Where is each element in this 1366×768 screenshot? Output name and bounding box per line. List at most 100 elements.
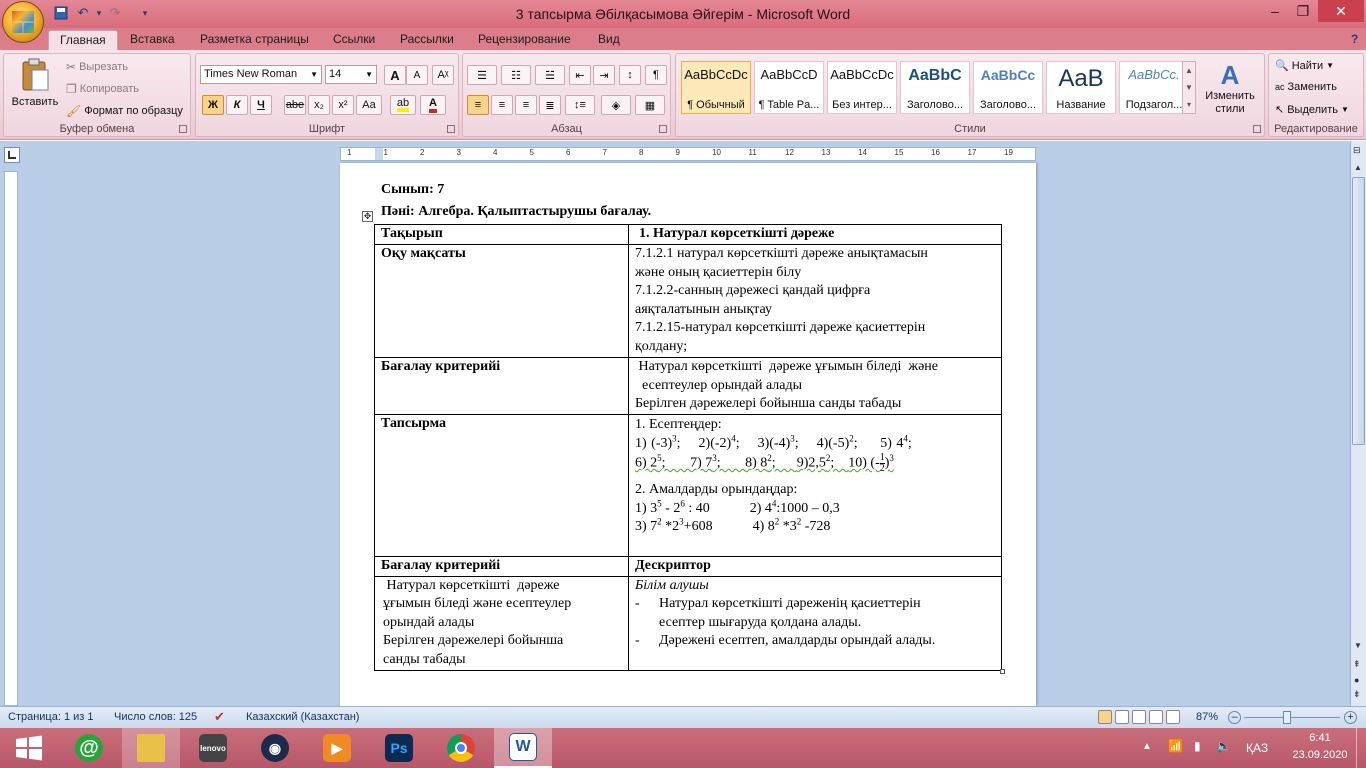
shrink-font-button[interactable]: A (406, 65, 428, 85)
media-player-icon[interactable]: ◉ (246, 728, 304, 768)
table-cell[interactable]: Натурал көрсеткішті дәреже ұғымын біледі… (628, 357, 1002, 415)
close-button[interactable]: ✕ (1318, 0, 1364, 22)
cut-button[interactable]: ✂ Вырезать (66, 60, 128, 74)
style-subtitle[interactable]: AaBbCc. Подзагол... (1119, 61, 1189, 114)
more-icon[interactable]: ▾ (1187, 100, 1191, 109)
style-heading-1[interactable]: AaBbC Заголово... (900, 61, 970, 114)
next-page-icon[interactable]: ⇟ (1353, 689, 1361, 700)
subscript-button[interactable]: x₂ (308, 95, 330, 115)
clipboard-launcher-icon[interactable] (179, 125, 187, 133)
table-cell[interactable]: Тақырып (374, 224, 629, 245)
zoom-in-icon[interactable]: + (1344, 711, 1357, 724)
page-count[interactable]: Страница: 1 из 1 (8, 711, 94, 723)
print-layout-icon[interactable] (1098, 710, 1112, 724)
ruler-toggle-icon[interactable]: ⊟ (1353, 145, 1361, 156)
office-button[interactable] (2, 1, 44, 43)
indent-marker-icon[interactable] (375, 148, 383, 160)
numbering-icon[interactable]: ☷ (501, 65, 531, 85)
restore-button[interactable]: ❐ (1290, 0, 1316, 22)
table-resize-handle-icon[interactable] (1000, 669, 1005, 674)
highlight-icon[interactable]: ab (390, 95, 416, 115)
styles-launcher-icon[interactable] (1253, 125, 1261, 133)
table-cell[interactable]: Білім алушы - Натурал көрсеткішті дәрежен… (628, 575, 1002, 671)
find-button[interactable]: 🔍 Найти ▼ (1275, 59, 1334, 73)
mail-app-icon[interactable]: @ (60, 728, 118, 768)
style-table-paragraph[interactable]: AaBbCcD ¶ Table Pa... (754, 61, 824, 114)
copy-button[interactable]: ❐ Копировать (66, 82, 139, 96)
paste-button[interactable]: Вставить (10, 58, 60, 118)
word-taskbar-icon[interactable]: W (494, 728, 552, 768)
volume-icon[interactable]: 🔈 (1216, 739, 1231, 753)
show-hidden-icons-icon[interactable]: ▲ (1142, 741, 1152, 752)
tab-mailings[interactable]: Рассылки (398, 28, 456, 50)
tab-insert[interactable]: Вставка (128, 28, 177, 50)
font-color-icon[interactable]: A (420, 95, 446, 115)
format-painter-button[interactable]: 🖌 Формат по образцу (66, 104, 183, 118)
table-cell[interactable]: Тапсырма (374, 414, 629, 557)
show-marks-icon[interactable]: ¶ (645, 65, 667, 85)
style-normal[interactable]: AaBbCcDc ¶ Обычный (681, 61, 751, 114)
tab-page-layout[interactable]: Разметка страницы (198, 28, 311, 50)
table-cell[interactable]: Дескриптор (628, 556, 1002, 577)
justify-icon[interactable]: ≣ (539, 95, 561, 115)
font-name-combo[interactable]: Times New Roman ▼ (200, 65, 322, 84)
table-cell[interactable]: Натурал көрсеткішті дәреже ұғымын біледі… (374, 575, 629, 671)
zoom-slider-thumb[interactable] (1283, 711, 1291, 724)
proofing-icon[interactable]: ✔ (214, 709, 225, 725)
start-button[interactable] (0, 728, 58, 768)
decrease-indent-icon[interactable]: ⇤ (569, 65, 591, 85)
bullets-icon[interactable]: ☰ (467, 65, 497, 85)
grow-font-button[interactable]: A (384, 65, 406, 85)
chevron-up-icon[interactable]: ▲ (1185, 66, 1193, 75)
horizontal-ruler[interactable]: 1 1 2 3 4 5 6 7 8 9 10 11 12 13 14 15 16 17 19 (340, 147, 1036, 161)
table-cell[interactable]: 7.1.2.1 натурал көрсеткішті дәреже анықт… (628, 244, 1002, 358)
reading-layout-icon[interactable] (1115, 710, 1129, 724)
table-cell[interactable]: Бағалау критерийі (374, 556, 629, 577)
align-left-icon[interactable]: ≡ (467, 95, 489, 115)
change-case-button[interactable]: Aa (356, 95, 382, 115)
replace-button[interactable]: ac Заменить (1275, 81, 1337, 93)
zoom-level[interactable]: 87% (1196, 711, 1218, 723)
input-language[interactable]: ҚАЗ (1246, 741, 1268, 755)
chevron-up-icon[interactable]: ▲ (1354, 163, 1362, 172)
style-heading-2[interactable]: AaBbCc Заголово... (973, 61, 1043, 114)
shading-icon[interactable]: ◈ (601, 95, 631, 115)
zoom-out-icon[interactable]: – (1228, 711, 1241, 724)
redo-icon[interactable]: ↷ (106, 4, 124, 22)
draft-icon[interactable] (1166, 710, 1180, 724)
font-launcher-icon[interactable] (447, 125, 455, 133)
underline-button[interactable]: Ч (250, 95, 272, 115)
tab-references[interactable]: Ссылки (331, 28, 377, 50)
tab-home[interactable]: Главная (48, 30, 118, 51)
previous-page-icon[interactable]: ⇞ (1353, 659, 1361, 670)
italic-button[interactable]: К (226, 95, 248, 115)
chevron-down-icon[interactable]: ▼ (1354, 641, 1362, 650)
web-layout-icon[interactable] (1132, 710, 1146, 724)
battery-icon[interactable]: ▮ (1194, 739, 1201, 753)
increase-indent-icon[interactable]: ⇥ (593, 65, 615, 85)
show-desktop-button[interactable] (1356, 728, 1366, 768)
document-page[interactable]: Сынып: 7 Пәні: Алгебра. Қалыптастырушы б… (340, 163, 1036, 706)
clear-format-icon[interactable]: Aᵡ (432, 65, 454, 85)
bold-button[interactable]: Ж (202, 95, 224, 115)
zoom-slider[interactable] (1244, 717, 1340, 718)
lenovo-app-icon[interactable]: lenovo (184, 728, 242, 768)
table-cell[interactable]: 1. Натурал көрсеткішті дәреже (628, 224, 1002, 245)
help-icon[interactable]: ? (1349, 28, 1360, 50)
change-styles-button[interactable]: A Изменить стили (1200, 60, 1260, 122)
network-icon[interactable]: 📶 (1168, 739, 1183, 753)
file-explorer-icon[interactable] (122, 728, 180, 768)
photoshop-icon[interactable]: Ps (370, 728, 428, 768)
chrome-icon[interactable] (432, 728, 490, 768)
table-cell[interactable]: Бағалау критерийі (374, 357, 629, 415)
vertical-ruler[interactable] (4, 171, 18, 706)
table-cell[interactable]: 1. Есептеңдер: 1) (-3)3; 2)(-2)4; 3)(-4)… (628, 414, 1002, 557)
borders-icon[interactable]: ▦ (635, 95, 665, 115)
style-title[interactable]: AaB Название (1046, 61, 1116, 114)
minimize-button[interactable]: – (1262, 0, 1288, 22)
align-center-icon[interactable]: ≡ (491, 95, 513, 115)
align-right-icon[interactable]: ≡ (515, 95, 537, 115)
sort-icon[interactable]: ↕ (619, 65, 641, 85)
multilevel-list-icon[interactable]: ☱ (535, 65, 565, 85)
vertical-scrollbar[interactable]: ⊟ ▲ ▼ ⇞ ● ⇟ (1350, 141, 1366, 706)
